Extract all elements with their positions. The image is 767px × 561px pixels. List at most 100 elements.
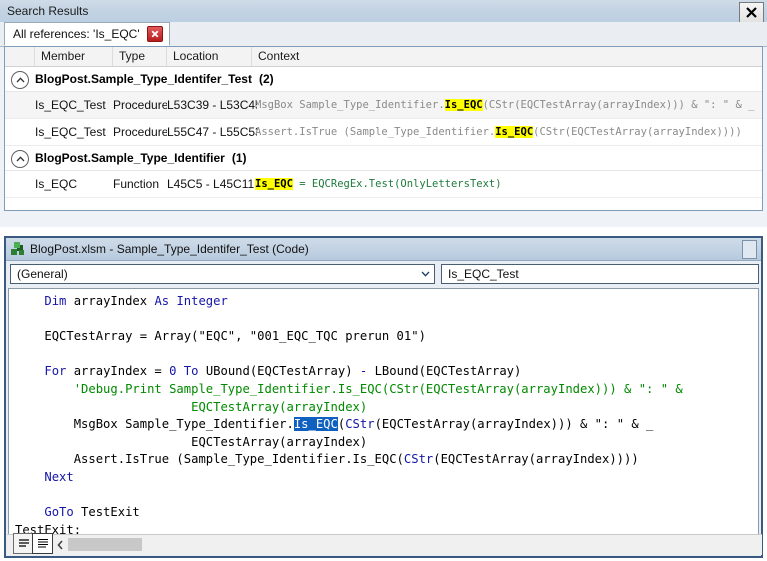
- code-token: LBound(EQCTestArray): [374, 364, 522, 379]
- object-dropdown-value: (General): [17, 267, 68, 281]
- scroll-left-arrow-icon[interactable]: [53, 536, 68, 553]
- vba-module-icon: [10, 241, 26, 257]
- restore-icon[interactable]: [742, 240, 757, 259]
- code-line: Assert.IsTrue (Sample_Type_Identifier.Is…: [15, 451, 683, 469]
- cell-context: Assert.IsTrue (Sample_Type_Identifier.Is…: [255, 119, 760, 146]
- context-match: Is_EQC: [444, 99, 483, 111]
- code-token: Next: [44, 469, 74, 484]
- procedure-dropdown-value: Is_EQC_Test: [448, 267, 519, 281]
- code-token: TestExit: [81, 505, 140, 520]
- context-suffix: = EQCRegEx.Test(OnlyLettersText): [292, 178, 502, 190]
- code-line: GoTo TestExit: [15, 504, 683, 522]
- code-token: As: [154, 294, 177, 308]
- code-window-titlebar[interactable]: BlogPost.xlsm - Sample_Type_Identifer_Te…: [6, 238, 761, 261]
- procedure-dropdown[interactable]: Is_EQC_Test: [441, 264, 759, 284]
- cell-context: Is_EQC = EQCRegEx.Test(OnlyLettersText): [255, 171, 760, 198]
- cell-type: Function: [113, 177, 160, 191]
- cell-context: MsgBox Sample_Type_Identifier.Is_EQC(CSt…: [255, 92, 760, 119]
- search-results-grid[interactable]: Member Type Location Context BlogPost.Sa…: [4, 46, 763, 211]
- code-token: 0: [169, 364, 184, 379]
- code-window-title: BlogPost.xlsm - Sample_Type_Identifer_Te…: [30, 242, 309, 256]
- group-name: BlogPost.Sample_Type_Identifier: [35, 151, 225, 165]
- code-token: EQCTestArray(arrayIndex): [191, 399, 368, 414]
- code-line: 'Debug.Print Sample_Type_Identifier.Is_E…: [15, 381, 683, 399]
- table-row[interactable]: Is_EQC_Test Procedure L53C39 - L53C45 Ms…: [5, 92, 762, 119]
- code-token: GoTo: [44, 505, 82, 520]
- code-token: arrayIndex =: [73, 364, 170, 379]
- code-token: For: [44, 364, 74, 379]
- column-header-context[interactable]: Context: [252, 47, 762, 66]
- search-results-title: Search Results: [7, 4, 89, 18]
- code-text[interactable]: Dim arrayIndex As Integer EQCTestArray =…: [15, 293, 683, 539]
- context-prefix: Assert.IsTrue (Sample_Type_Identifier.: [255, 126, 496, 138]
- search-results-tabstrip: All references: 'Is_EQC': [0, 22, 767, 47]
- context-prefix: MsgBox Sample_Type_Identifier.: [255, 99, 445, 111]
- cell-location: L45C5 - L45C11: [167, 177, 255, 191]
- cell-member: Is_EQC: [35, 177, 78, 191]
- code-token: arrayIndex: [73, 294, 155, 308]
- procedure-view-icon[interactable]: [13, 533, 34, 554]
- code-token: CStr: [403, 452, 434, 467]
- cell-member: Is_EQC_Test: [35, 98, 106, 112]
- context-match: Is_EQC: [495, 126, 534, 138]
- horizontal-scrollbar[interactable]: [53, 536, 756, 553]
- close-button[interactable]: [739, 2, 764, 23]
- chevron-up-icon: [16, 77, 24, 83]
- column-header-member[interactable]: Member: [35, 47, 113, 66]
- code-editor-area[interactable]: Dim arrayIndex As Integer EQCTestArray =…: [8, 288, 759, 540]
- code-token: MsgBox Sample_Type_Identifier.: [73, 417, 294, 432]
- code-window: BlogPost.xlsm - Sample_Type_Identifer_Te…: [4, 236, 763, 558]
- code-token: Integer: [176, 294, 228, 308]
- code-token: Assert.IsTrue (Sample_Type_Identifier.Is…: [73, 452, 404, 467]
- code-token: 'Debug.Print Sample_Type_Identifier.Is_E…: [73, 381, 683, 396]
- code-combo-bar: (General) Is_EQC_Test: [6, 261, 761, 287]
- cell-location: L53C39 - L53C45: [167, 98, 257, 112]
- code-token: -: [359, 364, 375, 379]
- grid-header-row: Member Type Location Context: [5, 47, 762, 67]
- column-header-type[interactable]: Type: [113, 47, 167, 66]
- code-line: EQCTestArray = Array("EQC", "001_EQC_TQC…: [15, 328, 683, 346]
- chevron-down-icon[interactable]: [416, 271, 434, 277]
- result-group-header[interactable]: BlogPost.Sample_Type_Identifier (1): [5, 146, 762, 171]
- context-suffix: (CStr(EQCTestArray(arrayIndex))) & ": " …: [482, 99, 755, 111]
- code-token: Dim: [44, 294, 74, 308]
- tab-label: All references: 'Is_EQC': [13, 27, 140, 41]
- close-x-icon: [151, 30, 159, 38]
- cell-type: Procedure: [113, 125, 167, 139]
- column-header-location[interactable]: Location: [167, 47, 252, 66]
- cell-type: Procedure: [113, 98, 167, 112]
- horizontal-scroll-thumb[interactable]: [68, 538, 142, 551]
- code-token: CStr: [345, 417, 375, 432]
- code-line: MsgBox Sample_Type_Identifier.Is_EQC(CSt…: [15, 416, 683, 434]
- full-module-view-icon[interactable]: [32, 533, 53, 554]
- code-token: EQCTestArray = Array("EQC", "001_EQC_TQC…: [44, 329, 426, 344]
- tab-close-icon[interactable]: [146, 26, 163, 42]
- code-token: (EQCTestArray(arrayIndex)))): [433, 452, 639, 467]
- code-line: Dim arrayIndex As Integer: [15, 293, 683, 311]
- chevron-up-circle-icon[interactable]: [11, 150, 29, 168]
- cell-member: Is_EQC_Test: [35, 125, 106, 139]
- result-group-title: BlogPost.Sample_Type_Identifer_Test (2): [35, 67, 274, 91]
- table-row[interactable]: Is_EQC_Test Procedure L55C47 - L55C53 As…: [5, 119, 762, 146]
- context-match: Is_EQC: [255, 178, 293, 190]
- code-token: UBound(EQCTestArray): [205, 364, 360, 379]
- code-token: Is_EQC: [293, 417, 338, 432]
- tab-all-references[interactable]: All references: 'Is_EQC': [4, 22, 170, 46]
- chevron-up-circle-icon[interactable]: [11, 71, 29, 89]
- search-results-pane: Search Results All references: 'Is_EQC': [0, 0, 767, 227]
- code-token: EQCTestArray(arrayIndex): [191, 434, 368, 449]
- result-group-header[interactable]: BlogPost.Sample_Type_Identifer_Test (2): [5, 67, 762, 92]
- table-row[interactable]: Is_EQC Function L45C5 - L45C11 Is_EQC = …: [5, 171, 762, 198]
- code-line: EQCTestArray(arrayIndex): [15, 434, 683, 452]
- group-count: (2): [258, 72, 274, 86]
- code-token: (EQCTestArray(arrayIndex))) & ": " & _: [374, 417, 654, 432]
- object-dropdown[interactable]: (General): [10, 264, 435, 284]
- code-line: EQCTestArray(arrayIndex): [15, 399, 683, 417]
- search-results-titlebar: Search Results: [0, 0, 767, 23]
- code-line: Next: [15, 469, 683, 487]
- code-line: For arrayIndex = 0 To UBound(EQCTestArra…: [15, 363, 683, 381]
- code-token: To: [183, 364, 206, 379]
- grid-empty-area: [5, 198, 762, 210]
